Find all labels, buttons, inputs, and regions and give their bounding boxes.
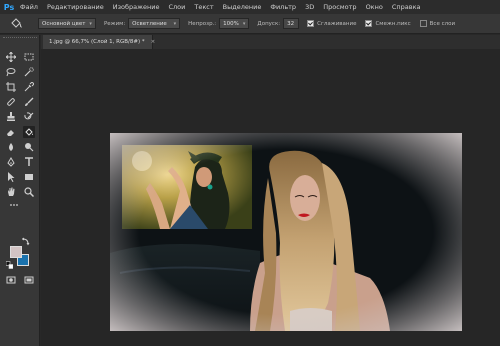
menu-bar: Ps Файл Редактирование Изображение Слои … [0, 0, 500, 14]
menu-filter[interactable]: Фильтр [270, 3, 296, 11]
menu-help[interactable]: Справка [392, 3, 421, 11]
foreground-color-swatch[interactable] [10, 246, 22, 258]
photoshop-logo[interactable]: Ps [2, 0, 16, 14]
text-tool-icon[interactable] [23, 156, 35, 168]
fill-source-select[interactable]: Основной цвет ▾ [38, 18, 96, 29]
crop-tool-icon[interactable] [5, 81, 17, 93]
all-layers-toggle[interactable]: Все слои [419, 20, 458, 27]
antialias-toggle[interactable]: Сглаживание [307, 20, 359, 27]
opacity-value: 100% [223, 20, 239, 27]
menu-image[interactable]: Изображение [113, 3, 160, 11]
menu-layers[interactable]: Слои [168, 3, 185, 11]
history-brush-icon[interactable] [23, 111, 35, 123]
chevron-down-icon: ▾ [173, 20, 177, 27]
menu-type[interactable]: Текст [194, 3, 213, 11]
menu-select[interactable]: Выделение [223, 3, 262, 11]
path-select-icon[interactable] [5, 171, 17, 183]
dodge-tool-icon[interactable] [23, 141, 35, 153]
contiguous-checkbox[interactable] [365, 20, 373, 27]
tool-preset-picker[interactable] [4, 17, 28, 31]
close-icon[interactable]: × [151, 39, 156, 45]
opacity-label: Непрозр.: [188, 20, 217, 27]
paint-bucket-icon[interactable] [23, 126, 35, 138]
all-layers-label: Все слои [429, 20, 456, 27]
tolerance-field[interactable]: 32 [283, 18, 300, 29]
menu-window[interactable]: Окно [366, 3, 383, 11]
document-tab[interactable]: 1.jpg @ 66,7% (Слой 1, RGB/8#) * × [43, 35, 156, 49]
document-tab-bar: 1.jpg @ 66,7% (Слой 1, RGB/8#) * × [41, 35, 500, 49]
menu-3d[interactable]: 3D [305, 3, 314, 11]
clone-stamp-icon[interactable] [5, 111, 17, 123]
more-tools-icon[interactable] [8, 201, 20, 209]
document-canvas[interactable] [110, 133, 462, 331]
marquee-tool-icon[interactable] [23, 51, 35, 63]
quick-select-icon[interactable] [23, 66, 35, 78]
canvas-area[interactable] [41, 49, 500, 346]
move-tool-icon[interactable] [5, 51, 17, 63]
eyedropper-icon[interactable] [23, 81, 35, 93]
opacity-field[interactable]: 100% ▾ [219, 18, 250, 29]
default-colors-icon[interactable] [6, 260, 13, 269]
contiguous-toggle[interactable]: Смежн.пикс [365, 20, 413, 27]
antialias-checkbox[interactable] [307, 20, 315, 27]
quick-mask-icon[interactable] [5, 274, 17, 286]
options-bar: Основной цвет ▾ Режим: Осветление ▾ Непр… [0, 14, 500, 34]
shape-tool-icon[interactable] [23, 171, 35, 183]
tolerance-value: 32 [287, 20, 295, 27]
swap-colors-icon[interactable] [22, 237, 30, 246]
mode-label: Режим: [103, 20, 126, 27]
menu-view[interactable]: Просмотр [323, 3, 356, 11]
contiguous-label: Смежн.пикс [375, 20, 411, 27]
tools-panel [0, 35, 40, 346]
canvas-image [110, 133, 462, 331]
chevron-down-icon: ▾ [242, 20, 246, 27]
hand-tool-icon[interactable] [5, 186, 17, 198]
antialias-label: Сглаживание [317, 20, 357, 27]
fill-source-value: Основной цвет [42, 20, 86, 27]
tolerance-label: Допуск: [257, 20, 281, 27]
mode-value: Осветление [132, 20, 167, 27]
paint-bucket-icon [11, 17, 22, 28]
menu-file[interactable]: Файл [20, 3, 38, 11]
panel-grip[interactable] [3, 37, 37, 40]
all-layers-checkbox[interactable] [419, 20, 427, 27]
lasso-tool-icon[interactable] [5, 66, 17, 78]
zoom-tool-icon[interactable] [23, 186, 35, 198]
blur-tool-icon[interactable] [5, 141, 17, 153]
document-tab-title: 1.jpg @ 66,7% (Слой 1, RGB/8#) * [49, 39, 145, 45]
mode-select[interactable]: Осветление ▾ [128, 18, 181, 29]
chevron-down-icon: ▾ [89, 20, 92, 27]
brush-tool-icon[interactable] [23, 96, 35, 108]
pen-tool-icon[interactable] [5, 156, 17, 168]
healing-brush-icon[interactable] [5, 96, 17, 108]
screen-mode-icon[interactable] [23, 274, 35, 286]
menu-edit[interactable]: Редактирование [47, 3, 104, 11]
eraser-icon[interactable] [5, 126, 17, 138]
